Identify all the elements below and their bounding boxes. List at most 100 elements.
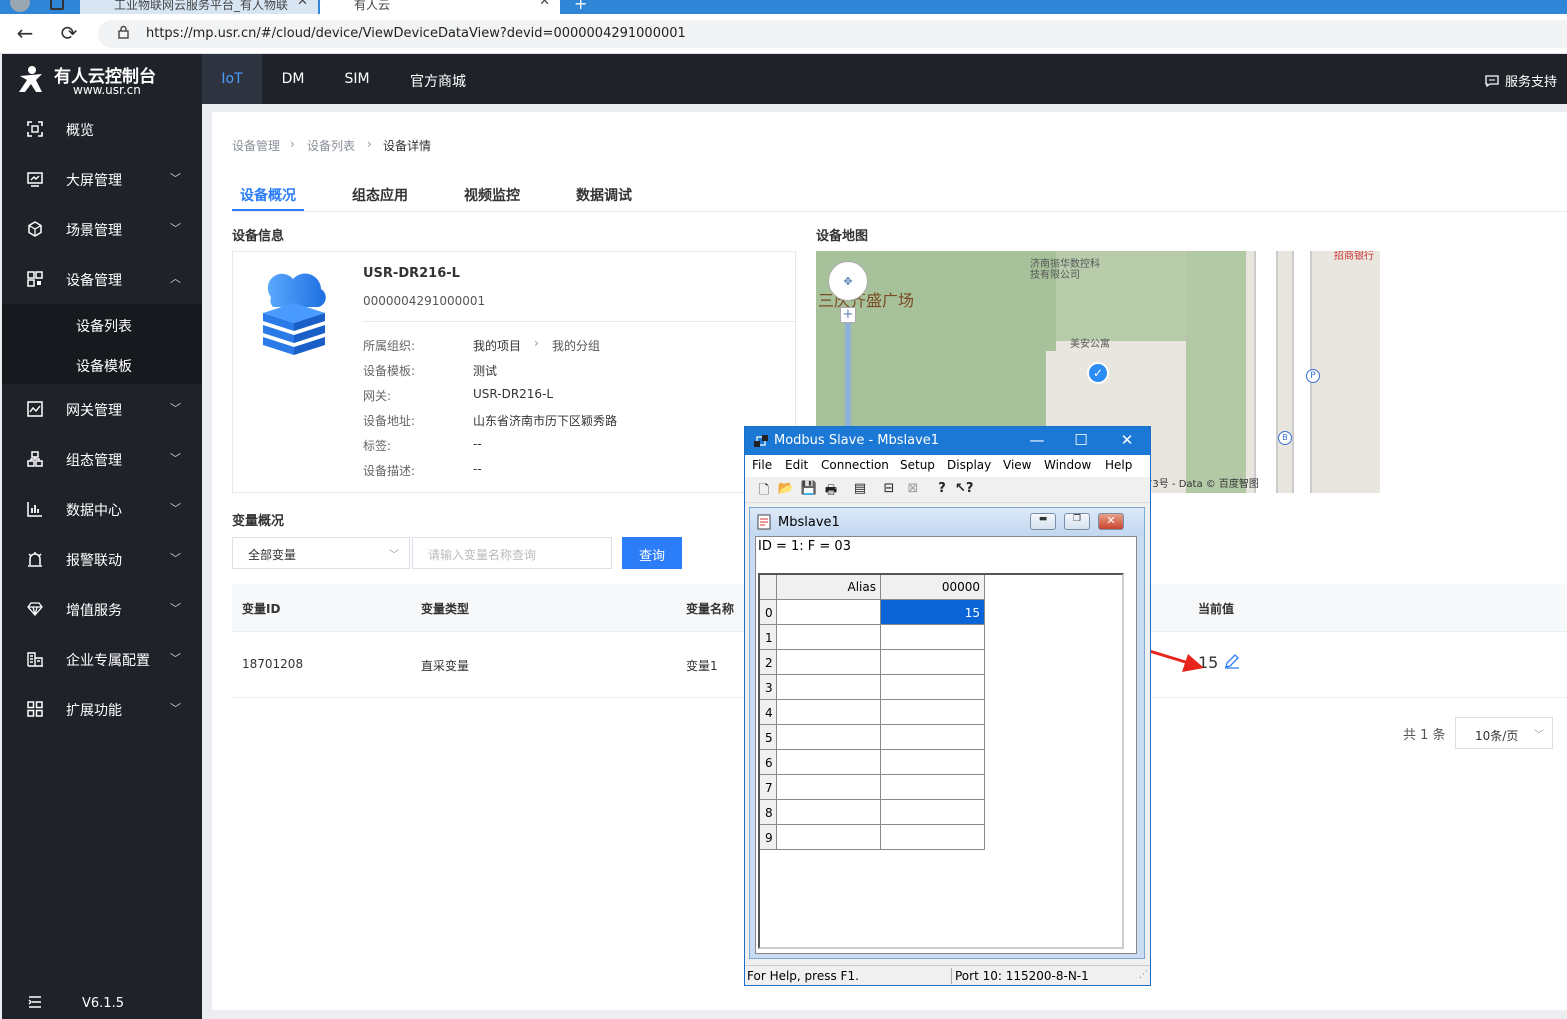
menu-window[interactable]: Window [1044, 458, 1091, 472]
disconnect-icon[interactable]: ⊠ [904, 481, 922, 499]
breadcrumb-separator: › [367, 137, 372, 151]
connect-icon[interactable]: ⊟ [880, 481, 898, 499]
new-tab-icon[interactable]: + [574, 0, 587, 13]
alias-cell[interactable] [777, 825, 881, 850]
org-group-value[interactable]: 我的分组 [552, 337, 600, 354]
sidebar-item-extensions[interactable]: 扩展功能 ﹀ [2, 684, 202, 734]
sidebar-item-device-template[interactable]: 设备模板 [76, 356, 132, 376]
diamond-icon [27, 602, 43, 616]
sidebar-item-device-list[interactable]: 设备列表 [76, 316, 132, 336]
alias-cell[interactable] [777, 650, 881, 675]
menu-help[interactable]: Help [1105, 458, 1132, 472]
menu-connection[interactable]: Connection [821, 458, 889, 472]
minimize-icon[interactable]: — [1023, 431, 1051, 449]
topnav-dm[interactable]: DM [272, 54, 314, 104]
edit-icon[interactable] [1224, 653, 1240, 669]
query-button[interactable]: 查询 [622, 537, 682, 569]
resize-grip-icon[interactable]: ⋰ [1139, 970, 1148, 980]
alias-cell[interactable] [777, 600, 881, 625]
alias-cell[interactable] [777, 750, 881, 775]
register-value-cell[interactable] [881, 800, 985, 825]
back-icon[interactable]: ← [14, 23, 36, 45]
sidebar-item-alarm[interactable]: 报警联动 ﹀ [2, 534, 202, 584]
restore-icon[interactable]: ❐ [1064, 513, 1090, 530]
register-value-cell[interactable]: 15 [881, 600, 985, 625]
tab-overview[interactable]: 设备概况 [240, 185, 296, 205]
save-icon[interactable]: 💾 [800, 481, 818, 499]
sidebar-item-device[interactable]: 设备管理 ︿ [2, 254, 202, 304]
topnav-iot[interactable]: IoT [202, 54, 262, 104]
collapse-menu-icon[interactable] [28, 996, 42, 1008]
context-help-icon[interactable]: ↖? [955, 481, 973, 499]
close-icon[interactable]: ✕ [1098, 513, 1124, 530]
close-icon[interactable]: ✕ [539, 0, 550, 9]
register-value-cell[interactable] [881, 775, 985, 800]
sidebar-item-label: 大屏管理 [66, 173, 122, 189]
page-size-select[interactable]: 10条/页 ﹀ [1455, 717, 1553, 749]
profile-avatar[interactable] [10, 0, 30, 12]
reload-icon[interactable]: ⟳ [58, 23, 80, 45]
close-icon[interactable]: ✕ [297, 0, 308, 9]
alias-cell[interactable] [777, 775, 881, 800]
sidebar-item-overview[interactable]: 概览 [2, 104, 202, 154]
alias-cell[interactable] [777, 675, 881, 700]
sidebar: 有人云控制台 www.usr.cn 概览 大屏管理 ﹀ 场景管理 ﹀ 设备管理 … [2, 54, 202, 1019]
sidebar-item-gateway[interactable]: 网关管理 ﹀ [2, 384, 202, 434]
help-icon[interactable]: ? [933, 481, 951, 499]
register-value-cell[interactable] [881, 700, 985, 725]
menu-display[interactable]: Display [947, 458, 991, 472]
brand-logo[interactable]: 有人云控制台 www.usr.cn [2, 54, 202, 104]
child-titlebar[interactable]: Mbslave1 ▬ ❐ ✕ [750, 508, 1144, 536]
alias-cell[interactable] [777, 625, 881, 650]
tab-label: 工业物联网云服务平台_有人物联 [114, 0, 289, 12]
url-field[interactable]: https://mp.usr.cn/#/cloud/device/ViewDev… [98, 20, 1567, 48]
map-zoom-in[interactable]: + [840, 307, 856, 323]
variable-type-select[interactable]: 全部变量 ﹀ [232, 537, 410, 569]
open-folder-icon[interactable]: 📂 [777, 481, 795, 499]
register-value-cell[interactable] [881, 650, 985, 675]
maximize-icon[interactable]: ☐ [1067, 431, 1095, 449]
register-value-cell[interactable] [881, 675, 985, 700]
browser-tab-usr-cloud[interactable]: 有人云 ✕ [320, 0, 560, 14]
sidebar-item-enterprise[interactable]: 企业专属配置 ﹀ [2, 634, 202, 684]
alias-cell[interactable] [777, 800, 881, 825]
new-file-icon[interactable]: 🗋 [755, 481, 773, 499]
row-header: 8 [760, 800, 777, 825]
browser-tab-usr-iot[interactable]: 工业物联网云服务平台_有人物联 ✕ [80, 0, 318, 14]
menu-edit[interactable]: Edit [785, 458, 808, 472]
print-icon[interactable]: 🖶 [822, 481, 840, 499]
modbus-titlebar[interactable]: Modbus Slave - Mbslave1 — ☐ ✕ [745, 427, 1150, 455]
window-icon[interactable]: ▤ [851, 481, 869, 499]
tab-overview-icon[interactable] [50, 0, 64, 10]
overview-icon [27, 121, 43, 137]
map-marker-icon[interactable]: ✓ [1087, 362, 1109, 384]
sidebar-item-value-added[interactable]: 增值服务 ﹀ [2, 584, 202, 634]
query-button-label: 查询 [638, 549, 665, 564]
tab-video[interactable]: 视频监控 [464, 185, 520, 205]
sidebar-item-scene[interactable]: 场景管理 ﹀ [2, 204, 202, 254]
tab-debug[interactable]: 数据调试 [576, 185, 632, 205]
sidebar-item-config[interactable]: 组态管理 ﹀ [2, 434, 202, 484]
menu-setup[interactable]: Setup [900, 458, 935, 472]
sidebar-item-data-center[interactable]: 数据中心 ﹀ [2, 484, 202, 534]
register-value-cell[interactable] [881, 825, 985, 850]
map-pan-control[interactable]: ✥ [828, 261, 868, 301]
close-icon[interactable]: ✕ [1113, 431, 1141, 449]
minimize-icon[interactable]: ▬ [1030, 513, 1056, 530]
register-value-cell[interactable] [881, 750, 985, 775]
sidebar-item-screen[interactable]: 大屏管理 ﹀ [2, 154, 202, 204]
support-link[interactable]: 服务支持 [1485, 71, 1557, 90]
topnav-sim[interactable]: SIM [334, 54, 380, 104]
breadcrumb-device-list[interactable]: 设备列表 [307, 137, 355, 154]
org-value[interactable]: 我的项目 [473, 337, 521, 354]
menu-file[interactable]: File [752, 458, 772, 472]
register-value-cell[interactable] [881, 725, 985, 750]
topnav-store[interactable]: 官方商城 [406, 54, 470, 104]
menu-view[interactable]: View [1003, 458, 1031, 472]
variable-search-input[interactable]: 请输入变量名称查询 [412, 537, 612, 569]
breadcrumb-device-mgmt[interactable]: 设备管理 [232, 137, 280, 154]
alias-cell[interactable] [777, 725, 881, 750]
tab-configuration[interactable]: 组态应用 [352, 185, 408, 205]
alias-cell[interactable] [777, 700, 881, 725]
register-value-cell[interactable] [881, 625, 985, 650]
